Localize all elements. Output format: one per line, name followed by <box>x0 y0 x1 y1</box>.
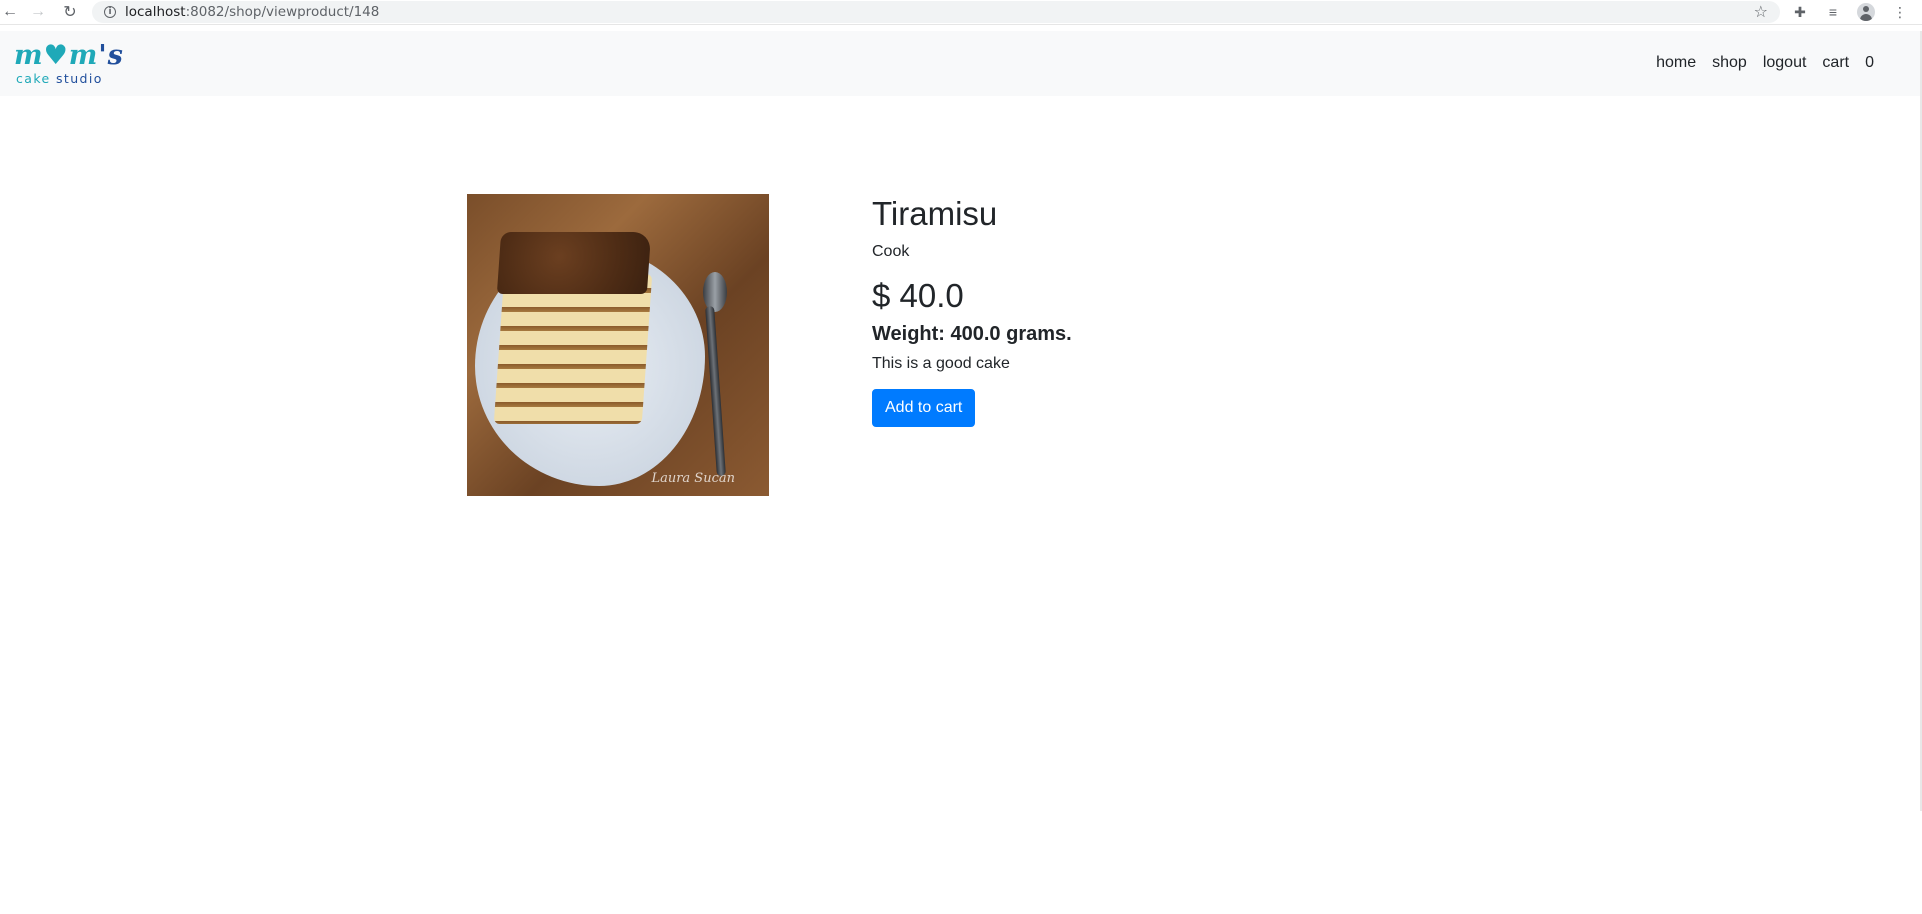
spoon-handle-shape <box>705 305 726 477</box>
forward-icon[interactable]: → <box>28 2 48 22</box>
product-category: Cook <box>872 243 910 260</box>
brand-logo[interactable]: m♥m's cake studio <box>14 41 123 87</box>
nav-link-shop[interactable]: shop <box>1704 52 1755 74</box>
nav-links: home shop logout cart 0 <box>1648 52 1882 74</box>
nav-link-cart[interactable]: cart <box>1814 52 1857 74</box>
site-navbar: m♥m's cake studio home shop logout cart … <box>0 31 1922 96</box>
product-title: Tiramisu <box>872 195 998 232</box>
product-image: Laura Sucan <box>467 194 769 496</box>
reload-icon[interactable]: ↻ <box>60 2 80 22</box>
back-icon[interactable]: ← <box>0 2 20 22</box>
address-bar[interactable]: i localhost:8082/shop/viewproduct/148 ☆ <box>92 1 1780 23</box>
star-icon[interactable]: ☆ <box>1754 2 1768 22</box>
add-to-cart-button[interactable]: Add to cart <box>872 389 976 427</box>
product-details: Tiramisu Cook $ 40.0 Weight: 400.0 grams… <box>872 190 1472 427</box>
nav-link-logout[interactable]: logout <box>1755 52 1815 74</box>
media-control-icon[interactable]: ≡ <box>1823 2 1843 22</box>
url-text[interactable]: localhost:8082/shop/viewproduct/148 <box>125 4 379 20</box>
nav-link-home[interactable]: home <box>1648 52 1704 74</box>
logo-tagline: cake studio <box>16 71 103 86</box>
info-icon[interactable]: i <box>104 6 116 18</box>
product-price: $ 40.0 <box>872 277 964 314</box>
avatar <box>1857 3 1875 21</box>
menu-icon[interactable]: ⋮ <box>1890 2 1910 22</box>
extensions-icon[interactable]: ✚ <box>1790 2 1810 22</box>
browser-toolbar: ← → ↻ i localhost:8082/shop/viewproduct/… <box>0 0 1922 25</box>
cake-top-shape <box>496 232 652 294</box>
cake-layers-shape <box>493 274 653 424</box>
product-weight: Weight: 400.0 grams. <box>872 323 1072 345</box>
logo-wordmark: m♥m's <box>14 40 124 71</box>
cart-count: 0 <box>1865 54 1874 71</box>
product-description: This is a good cake <box>872 355 1010 372</box>
profile-icon[interactable] <box>1856 2 1876 22</box>
image-watermark: Laura Sucan <box>651 471 735 486</box>
